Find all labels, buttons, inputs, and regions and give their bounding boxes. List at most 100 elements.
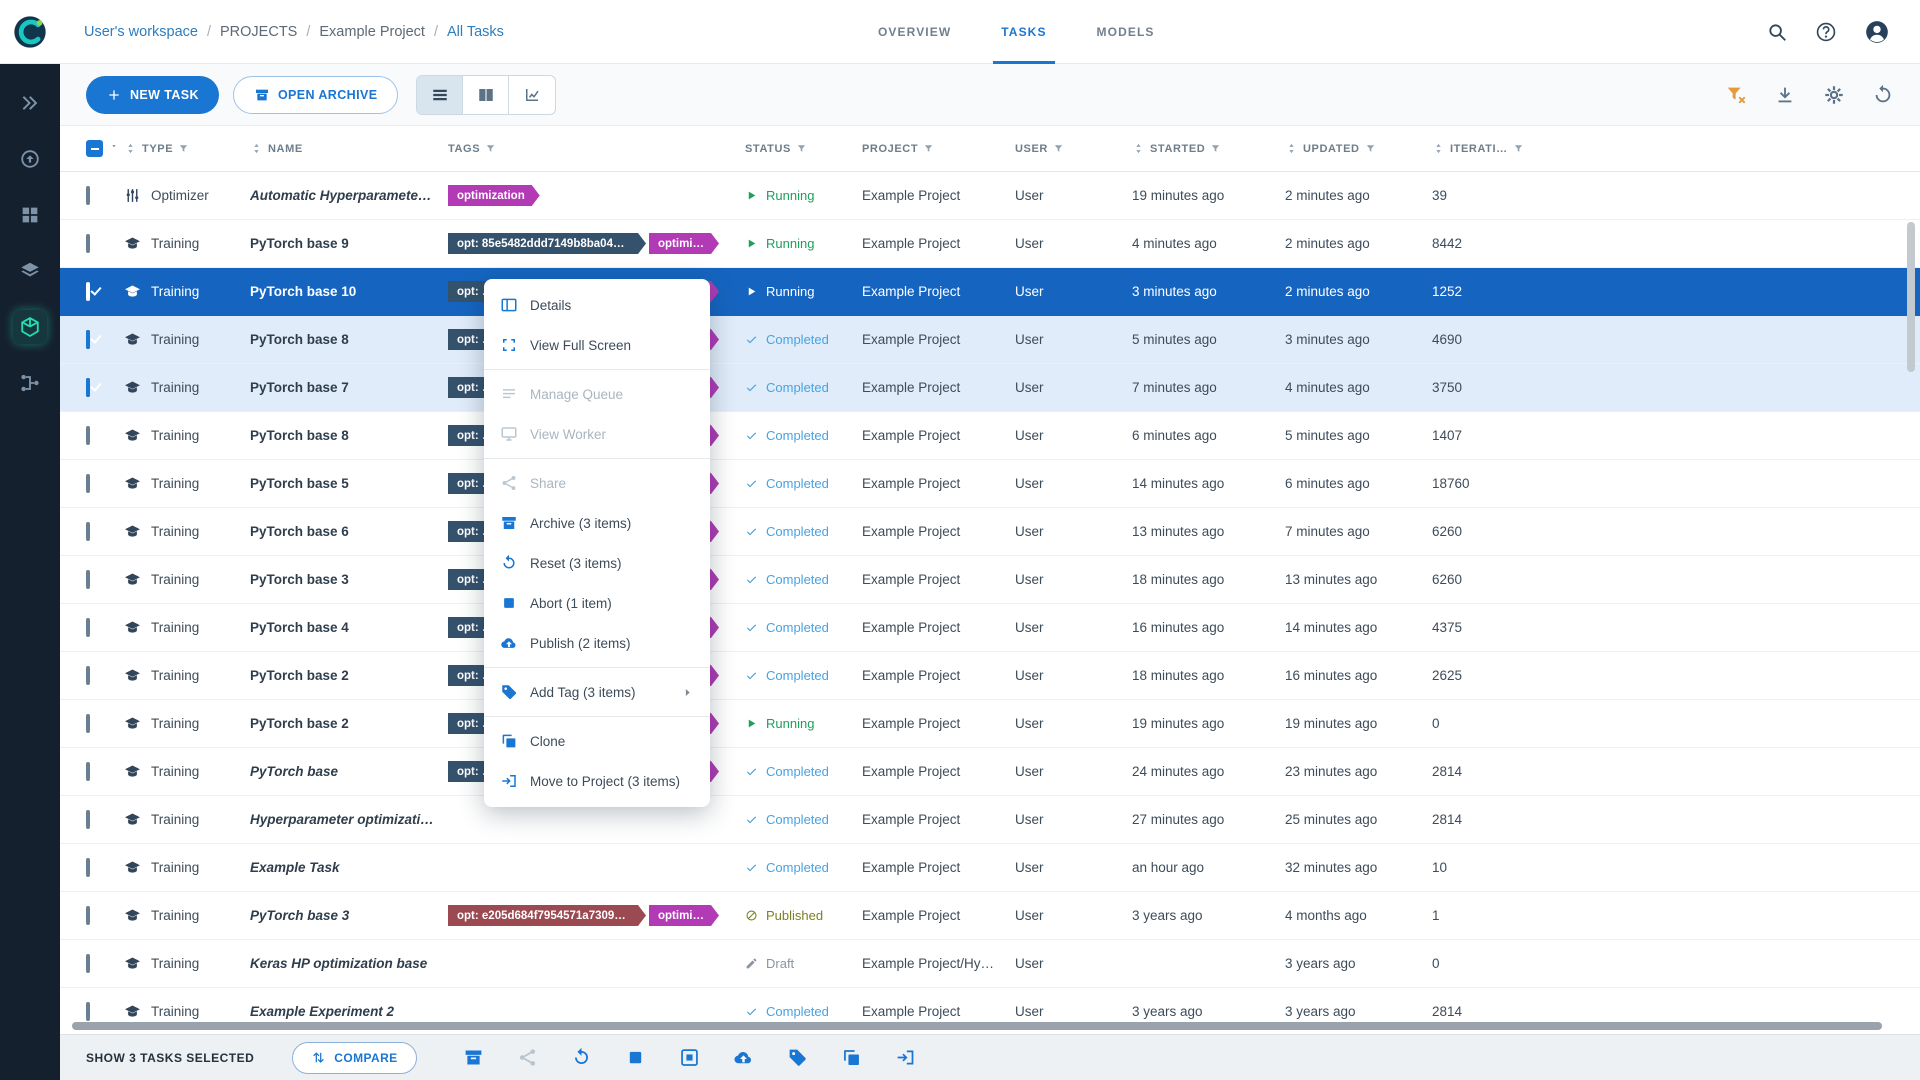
- footer-move-icon[interactable]: [895, 1047, 916, 1068]
- footer-reset-icon[interactable]: [571, 1047, 592, 1068]
- footer-archive-icon[interactable]: [463, 1047, 484, 1068]
- task-row[interactable]: Training PyTorch base 3 opt: …optimi… Co…: [60, 556, 1920, 604]
- filter-funnel-icon[interactable]: [178, 143, 189, 154]
- task-name[interactable]: PyTorch base 3: [250, 908, 448, 923]
- menu-item-manage-queue[interactable]: Manage Queue: [484, 374, 710, 414]
- task-name[interactable]: PyTorch base 4: [250, 620, 448, 635]
- column-header-tags[interactable]: TAGS: [448, 143, 745, 155]
- task-name[interactable]: PyTorch base 7: [250, 380, 448, 395]
- row-checkbox[interactable]: [86, 330, 90, 349]
- selection-caret-icon[interactable]: [110, 142, 118, 156]
- row-checkbox[interactable]: [86, 666, 90, 685]
- user-avatar-icon[interactable]: [1864, 19, 1890, 45]
- menu-item-move-to-project-3-items[interactable]: Move to Project (3 items): [484, 761, 710, 801]
- row-checkbox[interactable]: [86, 618, 90, 637]
- selected-count-label[interactable]: SHOW 3 TASKS SELECTED: [86, 1051, 254, 1065]
- row-checkbox[interactable]: [86, 762, 90, 781]
- filter-funnel-icon[interactable]: [1053, 143, 1064, 154]
- row-checkbox[interactable]: [86, 570, 90, 589]
- tab-tasks[interactable]: TASKS: [993, 0, 1055, 64]
- column-header-type[interactable]: TYPE: [124, 142, 250, 155]
- footer-publish-icon[interactable]: [733, 1047, 754, 1068]
- filter-funnel-icon[interactable]: [796, 143, 807, 154]
- sort-icon[interactable]: [1132, 142, 1145, 155]
- row-checkbox[interactable]: [86, 810, 90, 829]
- breadcrumb-item-all-tasks[interactable]: All Tasks: [447, 24, 504, 40]
- task-name[interactable]: PyTorch base 8: [250, 332, 448, 347]
- sidebar-item-projects[interactable]: [13, 142, 47, 176]
- sort-icon[interactable]: [250, 142, 263, 155]
- task-name[interactable]: PyTorch base 3: [250, 572, 448, 587]
- sort-icon[interactable]: [1285, 142, 1298, 155]
- sidebar-item-reports[interactable]: [13, 198, 47, 232]
- row-checkbox[interactable]: [86, 906, 90, 925]
- filter-funnel-icon[interactable]: [1210, 143, 1221, 154]
- menu-item-publish-2-items[interactable]: Publish (2 items): [484, 623, 710, 663]
- chart-view-icon[interactable]: [509, 76, 555, 114]
- row-checkbox[interactable]: [86, 858, 90, 877]
- tag-pill[interactable]: opt: 85e5482ddd7149b8ba04…: [448, 233, 646, 254]
- column-header-started[interactable]: STARTED: [1132, 142, 1285, 155]
- horizontal-scrollbar[interactable]: [72, 1022, 1896, 1030]
- column-header-iterati[interactable]: ITERATI…: [1432, 142, 1920, 155]
- task-name[interactable]: Example Task: [250, 860, 448, 875]
- task-row[interactable]: Training PyTorch base 7 opt: …optimi… Co…: [60, 364, 1920, 412]
- task-name[interactable]: PyTorch base: [250, 764, 448, 779]
- vertical-scrollbar-thumb[interactable]: [1907, 222, 1915, 372]
- task-name[interactable]: PyTorch base 6: [250, 524, 448, 539]
- tag-pill[interactable]: optimization: [448, 185, 540, 206]
- tab-overview[interactable]: OVERVIEW: [876, 0, 953, 64]
- sort-icon[interactable]: [124, 142, 137, 155]
- task-row[interactable]: Training PyTorch base 3 opt: e205d684f79…: [60, 892, 1920, 940]
- task-row[interactable]: Training PyTorch base 2 opt: …optimi… Co…: [60, 652, 1920, 700]
- new-task-button[interactable]: NEW TASK: [86, 75, 219, 114]
- menu-item-reset-3-items[interactable]: Reset (3 items): [484, 543, 710, 583]
- column-header-name[interactable]: NAME: [250, 142, 448, 155]
- footer-abort-all-icon[interactable]: [679, 1047, 700, 1068]
- auto-refresh-icon[interactable]: [1872, 84, 1894, 106]
- menu-item-view-full-screen[interactable]: View Full Screen: [484, 325, 710, 365]
- task-name[interactable]: Hyperparameter optimizati…: [250, 812, 448, 827]
- menu-item-archive-3-items[interactable]: Archive (3 items): [484, 503, 710, 543]
- breadcrumb-item-user-s-workspace[interactable]: User's workspace: [84, 24, 198, 40]
- row-checkbox[interactable]: [86, 954, 90, 973]
- select-all-checkbox[interactable]: [86, 140, 103, 157]
- sidebar-item-datasets[interactable]: [13, 254, 47, 288]
- task-row[interactable]: Training PyTorch base 6 opt: …optimi… Co…: [60, 508, 1920, 556]
- task-row[interactable]: Training PyTorch base 8 opt: …optimi… Co…: [60, 412, 1920, 460]
- task-row[interactable]: Optimizer Automatic Hyperparamete… optim…: [60, 172, 1920, 220]
- menu-item-clone[interactable]: Clone: [484, 721, 710, 761]
- column-header-updated[interactable]: UPDATED: [1285, 142, 1432, 155]
- tag-pill[interactable]: optimi…: [649, 905, 719, 926]
- filter-funnel-icon[interactable]: [485, 143, 496, 154]
- settings-gear-icon[interactable]: [1823, 84, 1845, 106]
- help-icon[interactable]: [1815, 21, 1837, 43]
- menu-item-share[interactable]: Share: [484, 463, 710, 503]
- row-checkbox[interactable]: [86, 1002, 90, 1021]
- column-header-project[interactable]: PROJECT: [862, 143, 1015, 155]
- filter-funnel-icon[interactable]: [1513, 143, 1524, 154]
- menu-item-abort-1-item[interactable]: Abort (1 item): [484, 583, 710, 623]
- split-view-icon[interactable]: [463, 75, 510, 114]
- row-checkbox[interactable]: [86, 186, 90, 205]
- column-header-user[interactable]: USER: [1015, 143, 1132, 155]
- task-row[interactable]: Training PyTorch base 4 opt: …optimi… Co…: [60, 604, 1920, 652]
- task-name[interactable]: PyTorch base 10: [250, 284, 448, 299]
- filter-funnel-icon[interactable]: [923, 143, 934, 154]
- task-name[interactable]: PyTorch base 2: [250, 716, 448, 731]
- download-icon[interactable]: [1774, 84, 1796, 106]
- menu-item-details[interactable]: Details: [484, 285, 710, 325]
- task-row[interactable]: Training PyTorch base 5 opt: …optimi… Co…: [60, 460, 1920, 508]
- search-icon[interactable]: [1766, 21, 1788, 43]
- footer-clone-icon[interactable]: [841, 1047, 862, 1068]
- task-row[interactable]: Training PyTorch base 9 opt: 85e5482ddd7…: [60, 220, 1920, 268]
- clearml-logo-icon[interactable]: [0, 13, 60, 51]
- sidebar-item-experiments[interactable]: [13, 310, 47, 344]
- horizontal-scrollbar-thumb[interactable]: [72, 1022, 1882, 1030]
- task-row[interactable]: Training PyTorch base 8 opt: …optimi… Co…: [60, 316, 1920, 364]
- menu-item-view-worker[interactable]: View Worker: [484, 414, 710, 454]
- tab-models[interactable]: MODELS: [1095, 0, 1157, 64]
- menu-item-add-tag-3-items[interactable]: Add Tag (3 items): [484, 672, 710, 712]
- task-name[interactable]: Example Experiment 2: [250, 1004, 448, 1019]
- task-row[interactable]: Training PyTorch base 10 opt: …optimi… R…: [60, 268, 1920, 316]
